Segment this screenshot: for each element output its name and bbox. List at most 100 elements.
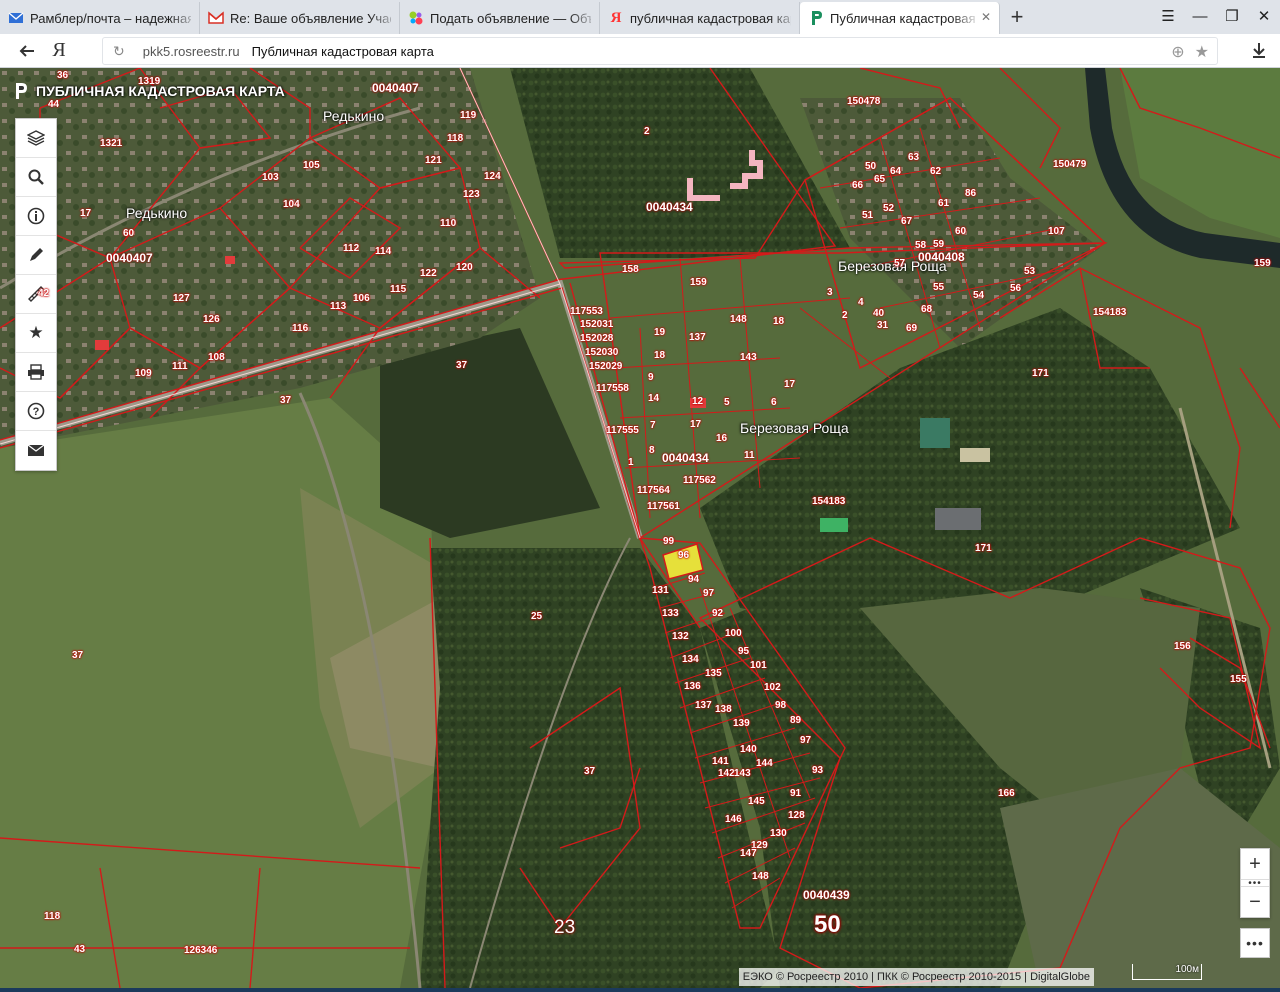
mail-icon[interactable]: [16, 431, 56, 470]
parcel-number: 102: [764, 682, 781, 693]
parcel-number: 18: [654, 350, 666, 361]
parcel-number: 53: [1024, 266, 1036, 277]
parcel-number: 99: [663, 536, 675, 547]
parcel-number: 137: [695, 700, 712, 711]
parcel-number: 110: [440, 218, 457, 229]
parcel-number: 94: [688, 574, 700, 585]
parcel-number: 141: [712, 756, 729, 767]
parcel-number: 8: [649, 445, 655, 456]
parcel-number: 31: [877, 320, 889, 331]
parcel-number: 1: [628, 457, 634, 468]
zoom-in-button[interactable]: +: [1241, 849, 1269, 879]
map-toolbar: ★ ?: [15, 118, 57, 471]
close-window-icon[interactable]: ✕: [1248, 0, 1280, 32]
parcel-number: 105: [303, 160, 320, 171]
address-bar-row: Я ↻ pkk5.rosreestr.ru Публичная кадастро…: [0, 34, 1280, 68]
parcel-number: 143: [740, 352, 757, 363]
tab-label: Рамблер/почта – надежная: [30, 10, 191, 26]
tab-rambler-mail[interactable]: Рамблер/почта – надежная: [0, 2, 200, 34]
tab-gmail[interactable]: Re: Ваше объявление Участ: [200, 2, 400, 34]
parcel-number: 145: [748, 796, 765, 807]
help-icon[interactable]: ?: [16, 392, 56, 431]
zoom-separator: •••: [1241, 878, 1269, 889]
print-icon[interactable]: [16, 353, 56, 392]
parcel-number: 97: [703, 588, 715, 599]
parcel-number: 159: [1254, 258, 1271, 269]
new-tab-button[interactable]: +: [1000, 2, 1034, 34]
parcel-number: 96: [678, 550, 690, 561]
parcel-number: 4: [858, 297, 864, 308]
parcel-number: 115: [390, 284, 407, 295]
parcel-number: 152028: [580, 333, 614, 344]
tab-strip: Рамблер/почта – надежная Re: Ваше объявл…: [0, 0, 1280, 34]
draw-icon[interactable]: [16, 236, 56, 275]
parcel-number: 18: [773, 316, 785, 327]
quarter-label: 0040434: [662, 451, 709, 465]
parcel-number: 100: [725, 628, 742, 639]
info-icon[interactable]: [16, 197, 56, 236]
parcel-number: 51: [862, 210, 874, 221]
protect-icon[interactable]: ⊕: [1171, 42, 1184, 62]
parcel-number: 108: [208, 352, 225, 363]
quarter-label: 0040439: [803, 888, 850, 902]
parcel-number: 59: [933, 239, 945, 250]
parcel-number: 146: [725, 814, 742, 825]
menu-icon[interactable]: ☰: [1152, 0, 1184, 32]
yandex-icon: Я: [610, 9, 622, 26]
tab-avito[interactable]: Подать объявление — Объ: [400, 2, 600, 34]
satellite-imagery: [0, 68, 1280, 988]
zoom-out-button[interactable]: −: [1241, 887, 1269, 917]
tab-pkk[interactable]: Публичная кадастровая ✕: [800, 2, 1000, 34]
parcel-number: 12: [692, 396, 704, 407]
window-controls: ☰ — ❐ ✕: [1152, 0, 1280, 32]
search-icon[interactable]: [16, 158, 56, 197]
scale-bar: 100м: [1132, 964, 1202, 980]
parcel-number: 37: [280, 395, 292, 406]
parcel-number: 143: [734, 768, 751, 779]
parcel-number: 144: [756, 758, 773, 769]
parcel-number: 122: [420, 268, 437, 279]
parcel-number: 14: [648, 393, 660, 404]
cadastral-map[interactable]: ПУБЛИЧНАЯ КАДАСТРОВАЯ КАРТА ★ ? Редькино…: [0, 68, 1280, 988]
parcel-number: 130: [770, 828, 787, 839]
parcel-number: 1321: [100, 138, 123, 149]
tab-yandex-search[interactable]: Я публичная кадастровая кар: [600, 2, 800, 34]
parcel-number: 150479: [1053, 159, 1087, 170]
parcel-number: 97: [800, 735, 812, 746]
tab-label: Re: Ваше объявление Участ: [230, 10, 391, 26]
close-tab-icon[interactable]: ✕: [981, 11, 993, 23]
place-label: Редькино: [126, 205, 188, 221]
back-button[interactable]: [10, 34, 44, 68]
download-icon[interactable]: [1252, 42, 1266, 63]
place-label: Березовая Роща: [740, 420, 849, 436]
parcel-number: 17: [80, 208, 92, 219]
parcel-number: 61: [938, 198, 950, 209]
favorites-icon[interactable]: ★: [16, 314, 56, 353]
parcel-number: 154183: [812, 496, 846, 507]
parcel-number: 62: [930, 166, 942, 177]
reload-icon[interactable]: ↻: [113, 43, 125, 60]
parcel-number: 19: [654, 327, 666, 338]
bookmark-star-icon[interactable]: ★: [1195, 42, 1209, 62]
parcel-number: 107: [1048, 226, 1065, 237]
parcel-number: 89: [790, 715, 802, 726]
parcel-number: 154183: [1093, 307, 1127, 318]
url-field[interactable]: ↻ pkk5.rosreestr.ru Публичная кадастрова…: [102, 37, 1218, 65]
parcel-number: 138: [715, 704, 732, 715]
parcel-number: 120: [456, 262, 473, 273]
parcel-number: 2: [842, 310, 848, 321]
restore-icon[interactable]: ❐: [1216, 0, 1248, 32]
parcel-number: 6: [771, 397, 777, 408]
parcel-number: 57: [894, 258, 906, 269]
minimize-icon[interactable]: —: [1184, 0, 1216, 32]
yandex-button[interactable]: Я: [44, 34, 74, 68]
map-attribution: ЕЭКО © Росреестр 2010 | ПКК © Росреестр …: [738, 968, 1094, 986]
measure-icon[interactable]: [16, 275, 56, 314]
district-number: 23: [554, 917, 576, 938]
more-options-button[interactable]: •••: [1240, 928, 1270, 958]
parcel-number: 148: [730, 314, 747, 325]
parcel-number: 25: [531, 611, 543, 622]
layers-icon[interactable]: [16, 119, 56, 158]
parcel-number: 133: [662, 608, 679, 619]
svg-text:?: ?: [33, 406, 40, 418]
